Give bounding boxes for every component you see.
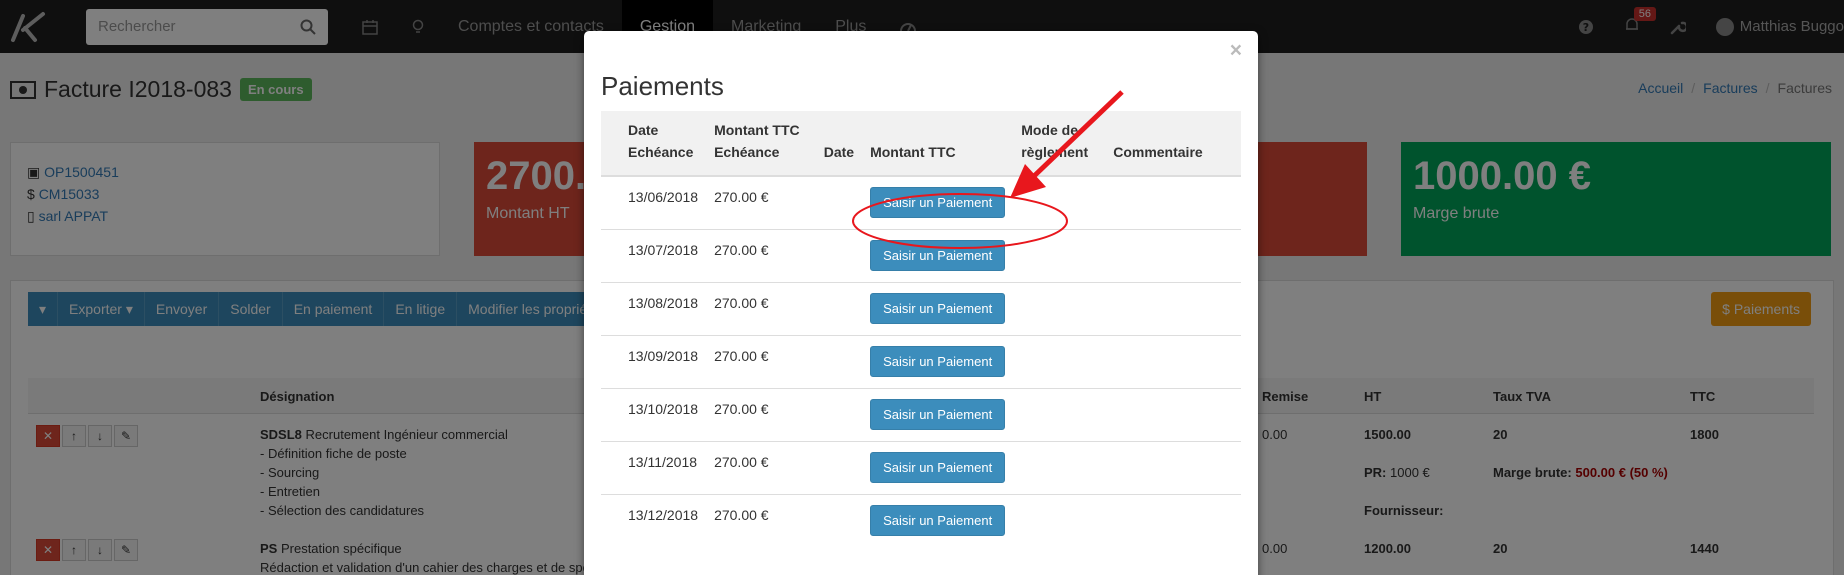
row-mode xyxy=(1013,387,1106,441)
saisir-paiement-button[interactable]: Saisir un Paiement xyxy=(870,452,1006,483)
row-action: Saisir un Paiement xyxy=(862,281,1014,335)
payment-row: 13/11/2018 270.00 € Saisir un Paiement xyxy=(601,440,1241,494)
row-date xyxy=(812,281,863,335)
row-montant-echeance: 270.00 € xyxy=(706,493,813,547)
row-montant-echeance: 270.00 € xyxy=(706,228,813,282)
row-date xyxy=(812,334,863,388)
payment-row: 13/12/2018 270.00 € Saisir un Paiement xyxy=(601,493,1241,547)
row-montant-echeance: 270.00 € xyxy=(706,281,813,335)
row-action: Saisir un Paiement xyxy=(862,493,1014,547)
close-icon[interactable]: × xyxy=(1230,39,1242,63)
row-date-echeance: 13/09/2018 xyxy=(601,334,707,388)
saisir-paiement-button[interactable]: Saisir un Paiement xyxy=(870,399,1006,430)
row-mode xyxy=(1013,493,1106,547)
row-montant-echeance: 270.00 € xyxy=(706,387,813,441)
th-commentaire: Commentaire xyxy=(1105,111,1241,177)
row-date-echeance: 13/12/2018 xyxy=(601,493,707,547)
th-montant-echeance: Montant TTC Echéance xyxy=(706,111,813,177)
payment-row: 13/09/2018 270.00 € Saisir un Paiement xyxy=(601,334,1241,388)
payment-row: 13/06/2018 270.00 € Saisir un Paiement xyxy=(601,175,1241,229)
row-date xyxy=(812,387,863,441)
row-mode xyxy=(1013,228,1106,282)
row-date xyxy=(812,440,863,494)
modal-title: Paiements xyxy=(601,71,724,101)
row-commentaire xyxy=(1105,281,1241,335)
row-commentaire xyxy=(1105,440,1241,494)
row-montant-echeance: 270.00 € xyxy=(706,440,813,494)
row-action: Saisir un Paiement xyxy=(862,334,1014,388)
row-date-echeance: 13/10/2018 xyxy=(601,387,707,441)
row-action: Saisir un Paiement xyxy=(862,387,1014,441)
row-commentaire xyxy=(1105,228,1241,282)
row-commentaire xyxy=(1105,175,1241,229)
saisir-paiement-button[interactable]: Saisir un Paiement xyxy=(870,346,1006,377)
row-commentaire xyxy=(1105,387,1241,441)
payments-table: Date Echéance Montant TTC Echéance Date … xyxy=(601,111,1241,547)
saisir-paiement-button[interactable]: Saisir un Paiement xyxy=(870,505,1006,537)
row-mode xyxy=(1013,281,1106,335)
payment-row: 13/10/2018 270.00 € Saisir un Paiement xyxy=(601,387,1241,441)
row-date-echeance: 13/07/2018 xyxy=(601,228,707,282)
row-commentaire xyxy=(1105,493,1241,547)
row-montant-echeance: 270.00 € xyxy=(706,175,813,229)
payments-modal: × Paiements Date Echéance Montant TTC Ec… xyxy=(584,31,1258,575)
payment-row: 13/07/2018 270.00 € Saisir un Paiement xyxy=(601,228,1241,282)
th-montant-ttc: Montant TTC xyxy=(862,111,1014,177)
row-action: Saisir un Paiement xyxy=(862,228,1014,282)
row-action: Saisir un Paiement xyxy=(862,440,1014,494)
payment-row: 13/08/2018 270.00 € Saisir un Paiement xyxy=(601,281,1241,335)
th-date: Date xyxy=(812,111,863,177)
row-date-echeance: 13/08/2018 xyxy=(601,281,707,335)
row-mode xyxy=(1013,440,1106,494)
row-action: Saisir un Paiement xyxy=(862,175,1014,229)
row-commentaire xyxy=(1105,334,1241,388)
row-montant-echeance: 270.00 € xyxy=(706,334,813,388)
row-date-echeance: 13/11/2018 xyxy=(601,440,707,494)
saisir-paiement-button[interactable]: Saisir un Paiement xyxy=(870,187,1006,219)
row-date xyxy=(812,228,863,282)
row-date xyxy=(812,493,863,547)
row-date-echeance: 13/06/2018 xyxy=(601,175,707,229)
row-date xyxy=(812,175,863,229)
saisir-paiement-button[interactable]: Saisir un Paiement xyxy=(870,293,1006,324)
th-mode-reglement: Mode de règlement xyxy=(1013,111,1106,177)
saisir-paiement-button[interactable]: Saisir un Paiement xyxy=(870,240,1006,271)
row-mode xyxy=(1013,175,1106,229)
th-date-echeance: Date Echéance xyxy=(601,111,707,177)
row-mode xyxy=(1013,334,1106,388)
